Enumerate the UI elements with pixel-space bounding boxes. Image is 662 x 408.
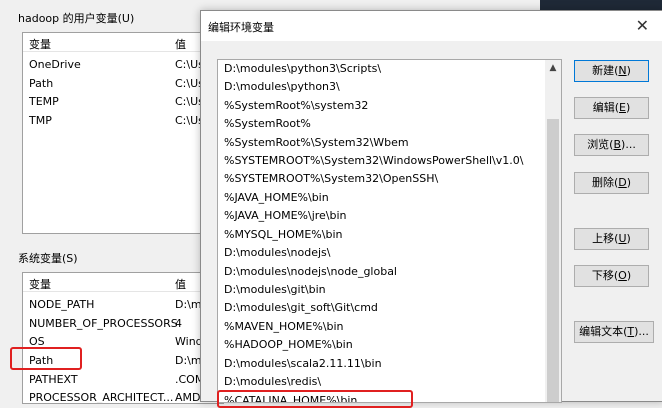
path-entry[interactable]: %SystemRoot%: [218, 115, 544, 133]
path-entry[interactable]: %JAVA_HOME%\jre\bin: [218, 207, 544, 225]
path-entry[interactable]: D:\modules\scala2.11.11\bin: [218, 355, 544, 373]
variable-value: D:\m: [175, 354, 202, 367]
user-variables-list[interactable]: 变量 值 OneDrive C:\Us Path C:\Us TEMP C:\U…: [22, 32, 224, 234]
path-entries-list[interactable]: D:\modules\python3\Scripts\ D:\modules\p…: [217, 59, 562, 403]
user-variable-row[interactable]: Path C:\Us: [23, 75, 223, 93]
variable-name: NODE_PATH: [29, 298, 95, 311]
user-variable-row[interactable]: TEMP C:\Us: [23, 93, 223, 111]
path-entry[interactable]: %JAVA_HOME%\bin: [218, 189, 544, 207]
catalina-highlight-box: [217, 390, 413, 408]
variable-name: PROCESSOR_ARCHITECT...: [29, 391, 174, 404]
system-variables-header: 变量 值: [23, 273, 223, 292]
path-entry[interactable]: %MAVEN_HOME%\bin: [218, 318, 544, 336]
delete-button[interactable]: 删除(D): [574, 172, 649, 194]
path-entry[interactable]: D:\modules\nodejs\: [218, 244, 544, 262]
path-entry[interactable]: D:\modules\git_soft\Git\cmd: [218, 299, 544, 317]
new-button[interactable]: 新建(N): [574, 60, 649, 82]
path-highlight-box: [10, 347, 82, 370]
path-entry[interactable]: %SystemRoot%\System32\Wbem: [218, 134, 544, 152]
vertical-scrollbar[interactable]: ▲: [545, 60, 561, 402]
edit-text-button[interactable]: 编辑文本(T)...: [574, 321, 654, 343]
variable-value: D:\m: [175, 298, 202, 311]
user-variables-group-label: hadoop 的用户变量(U): [18, 12, 135, 25]
path-entry[interactable]: %SystemRoot%\system32: [218, 97, 544, 115]
column-value[interactable]: 值: [175, 36, 186, 52]
column-variable[interactable]: 变量: [29, 36, 51, 52]
scroll-thumb[interactable]: [547, 119, 559, 402]
edit-environment-variable-dialog: 编辑环境变量 ✕ D:\modules\python3\Scripts\ D:\…: [200, 10, 662, 408]
path-entry[interactable]: D:\modules\nodejs\node_global: [218, 263, 544, 281]
dialog-titlebar[interactable]: 编辑环境变量 ✕: [201, 11, 662, 41]
system-variable-row[interactable]: NODE_PATH D:\m: [23, 296, 223, 314]
browse-button[interactable]: 浏览(B)...: [574, 134, 649, 156]
path-entry[interactable]: %SYSTEMROOT%\System32\OpenSSH\: [218, 170, 544, 188]
path-entry[interactable]: %MYSQL_HOME%\bin: [218, 226, 544, 244]
system-variables-list[interactable]: 变量 值 NODE_PATH D:\m NUMBER_OF_PROCESSORS…: [22, 272, 224, 404]
variable-name: PATHEXT: [29, 373, 78, 386]
variable-value: AMD: [175, 391, 201, 404]
move-down-button[interactable]: 下移(O): [574, 265, 649, 287]
variable-name: OneDrive: [29, 58, 81, 71]
dialog-title: 编辑环境变量: [208, 21, 274, 34]
column-value[interactable]: 值: [175, 276, 186, 292]
variable-name: TMP: [29, 114, 52, 127]
system-variable-row[interactable]: PROCESSOR_ARCHITECT... AMD: [23, 389, 223, 404]
path-entry[interactable]: %SYSTEMROOT%\System32\WindowsPowerShell\…: [218, 152, 544, 170]
move-up-button[interactable]: 上移(U): [574, 228, 649, 250]
path-entry[interactable]: D:\modules\python3\Scripts\: [218, 60, 544, 78]
variable-value: Wind: [175, 335, 203, 348]
edit-button[interactable]: 编辑(E): [574, 97, 649, 119]
path-entry[interactable]: D:\modules\git\bin: [218, 281, 544, 299]
path-entry[interactable]: %HADOOP_HOME%\bin: [218, 336, 544, 354]
variable-name: Path: [29, 77, 54, 90]
user-variable-row[interactable]: OneDrive C:\Us: [23, 56, 223, 74]
user-variable-row[interactable]: TMP C:\Us: [23, 112, 223, 130]
close-icon[interactable]: ✕: [636, 16, 649, 35]
variable-value: 4: [175, 317, 182, 330]
system-variable-row[interactable]: PATHEXT .COM: [23, 371, 223, 389]
path-entry[interactable]: D:\modules\python3\: [218, 78, 544, 96]
variable-name: TEMP: [29, 95, 59, 108]
scroll-up-icon[interactable]: ▲: [545, 60, 561, 76]
system-variable-row[interactable]: NUMBER_OF_PROCESSORS 4: [23, 315, 223, 333]
system-variables-group-label: 系统变量(S): [18, 252, 78, 265]
variable-name: NUMBER_OF_PROCESSORS: [29, 317, 178, 330]
user-variables-header: 变量 值: [23, 33, 223, 52]
path-entry[interactable]: D:\modules\redis\: [218, 373, 544, 391]
column-variable[interactable]: 变量: [29, 276, 51, 292]
